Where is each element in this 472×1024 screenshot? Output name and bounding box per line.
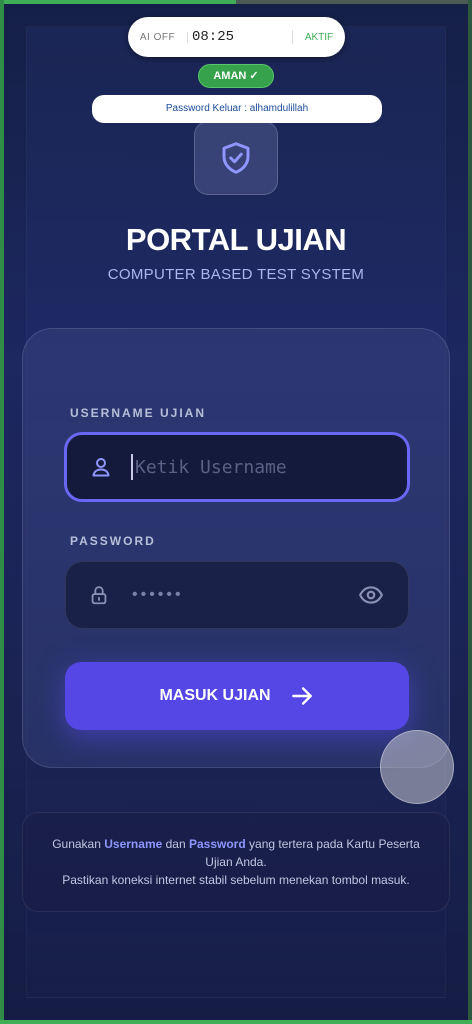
- login-submit-button[interactable]: MASUK UJIAN: [65, 662, 409, 730]
- clock-time: 08:25: [191, 29, 234, 45]
- instructions-text: Gunakan: [52, 837, 105, 851]
- touch-indicator: [380, 730, 454, 804]
- username-input[interactable]: [135, 456, 395, 478]
- frame-right-edge: [468, 0, 472, 1024]
- safe-status-badge: AMAN ✓: [198, 64, 274, 88]
- status-pill: AI OFF 08:25 AKTIF: [128, 17, 345, 57]
- instructions-line-1: Gunakan Username dan Password yang terte…: [23, 835, 449, 853]
- eye-icon[interactable]: [358, 582, 388, 608]
- logo-box: [194, 121, 278, 195]
- page-subtitle: COMPUTER BASED TEST SYSTEM: [107, 266, 365, 283]
- username-label: USERNAME UJIAN: [70, 406, 207, 420]
- instructions-username-highlight: Username: [104, 837, 163, 851]
- user-icon: [89, 455, 117, 479]
- instructions-line-2: Ujian Anda.: [205, 855, 267, 869]
- exam-portal-screen: AI OFF 08:25 AKTIF AMAN ✓ Password Kelua…: [4, 4, 468, 1020]
- login-card: USERNAME UJIAN PASSWORD ••••••: [22, 328, 450, 768]
- text-cursor: [131, 454, 133, 480]
- status-divider: [238, 30, 293, 44]
- frame-bottom-edge: [0, 1020, 472, 1024]
- password-input[interactable]: ••••••: [132, 586, 358, 604]
- instructions-text: dan: [162, 837, 189, 851]
- arrow-right-icon: [289, 683, 315, 709]
- username-field-wrapper[interactable]: [64, 432, 410, 502]
- submit-button-label: MASUK UJIAN: [159, 687, 271, 704]
- active-status-label: AKTIF: [304, 31, 334, 43]
- instructions-password-highlight: Password: [188, 837, 246, 851]
- login-instructions: Gunakan Username dan Password yang terte…: [22, 812, 450, 912]
- ai-status-label: AI OFF: [128, 31, 188, 43]
- password-label: PASSWORD: [70, 534, 156, 548]
- shield-check-icon: [222, 142, 250, 174]
- lock-icon: [88, 584, 112, 606]
- instructions-line-3: Pastikan koneksi internet stabil sebelum…: [62, 873, 410, 887]
- exit-password-notice: Password Keluar : alhamdulillah: [92, 95, 382, 123]
- instructions-text: yang tertera pada Kartu Peserta: [245, 837, 420, 851]
- password-field[interactable]: ••••••: [65, 561, 409, 629]
- page-title: PORTAL UJIAN: [125, 222, 347, 257]
